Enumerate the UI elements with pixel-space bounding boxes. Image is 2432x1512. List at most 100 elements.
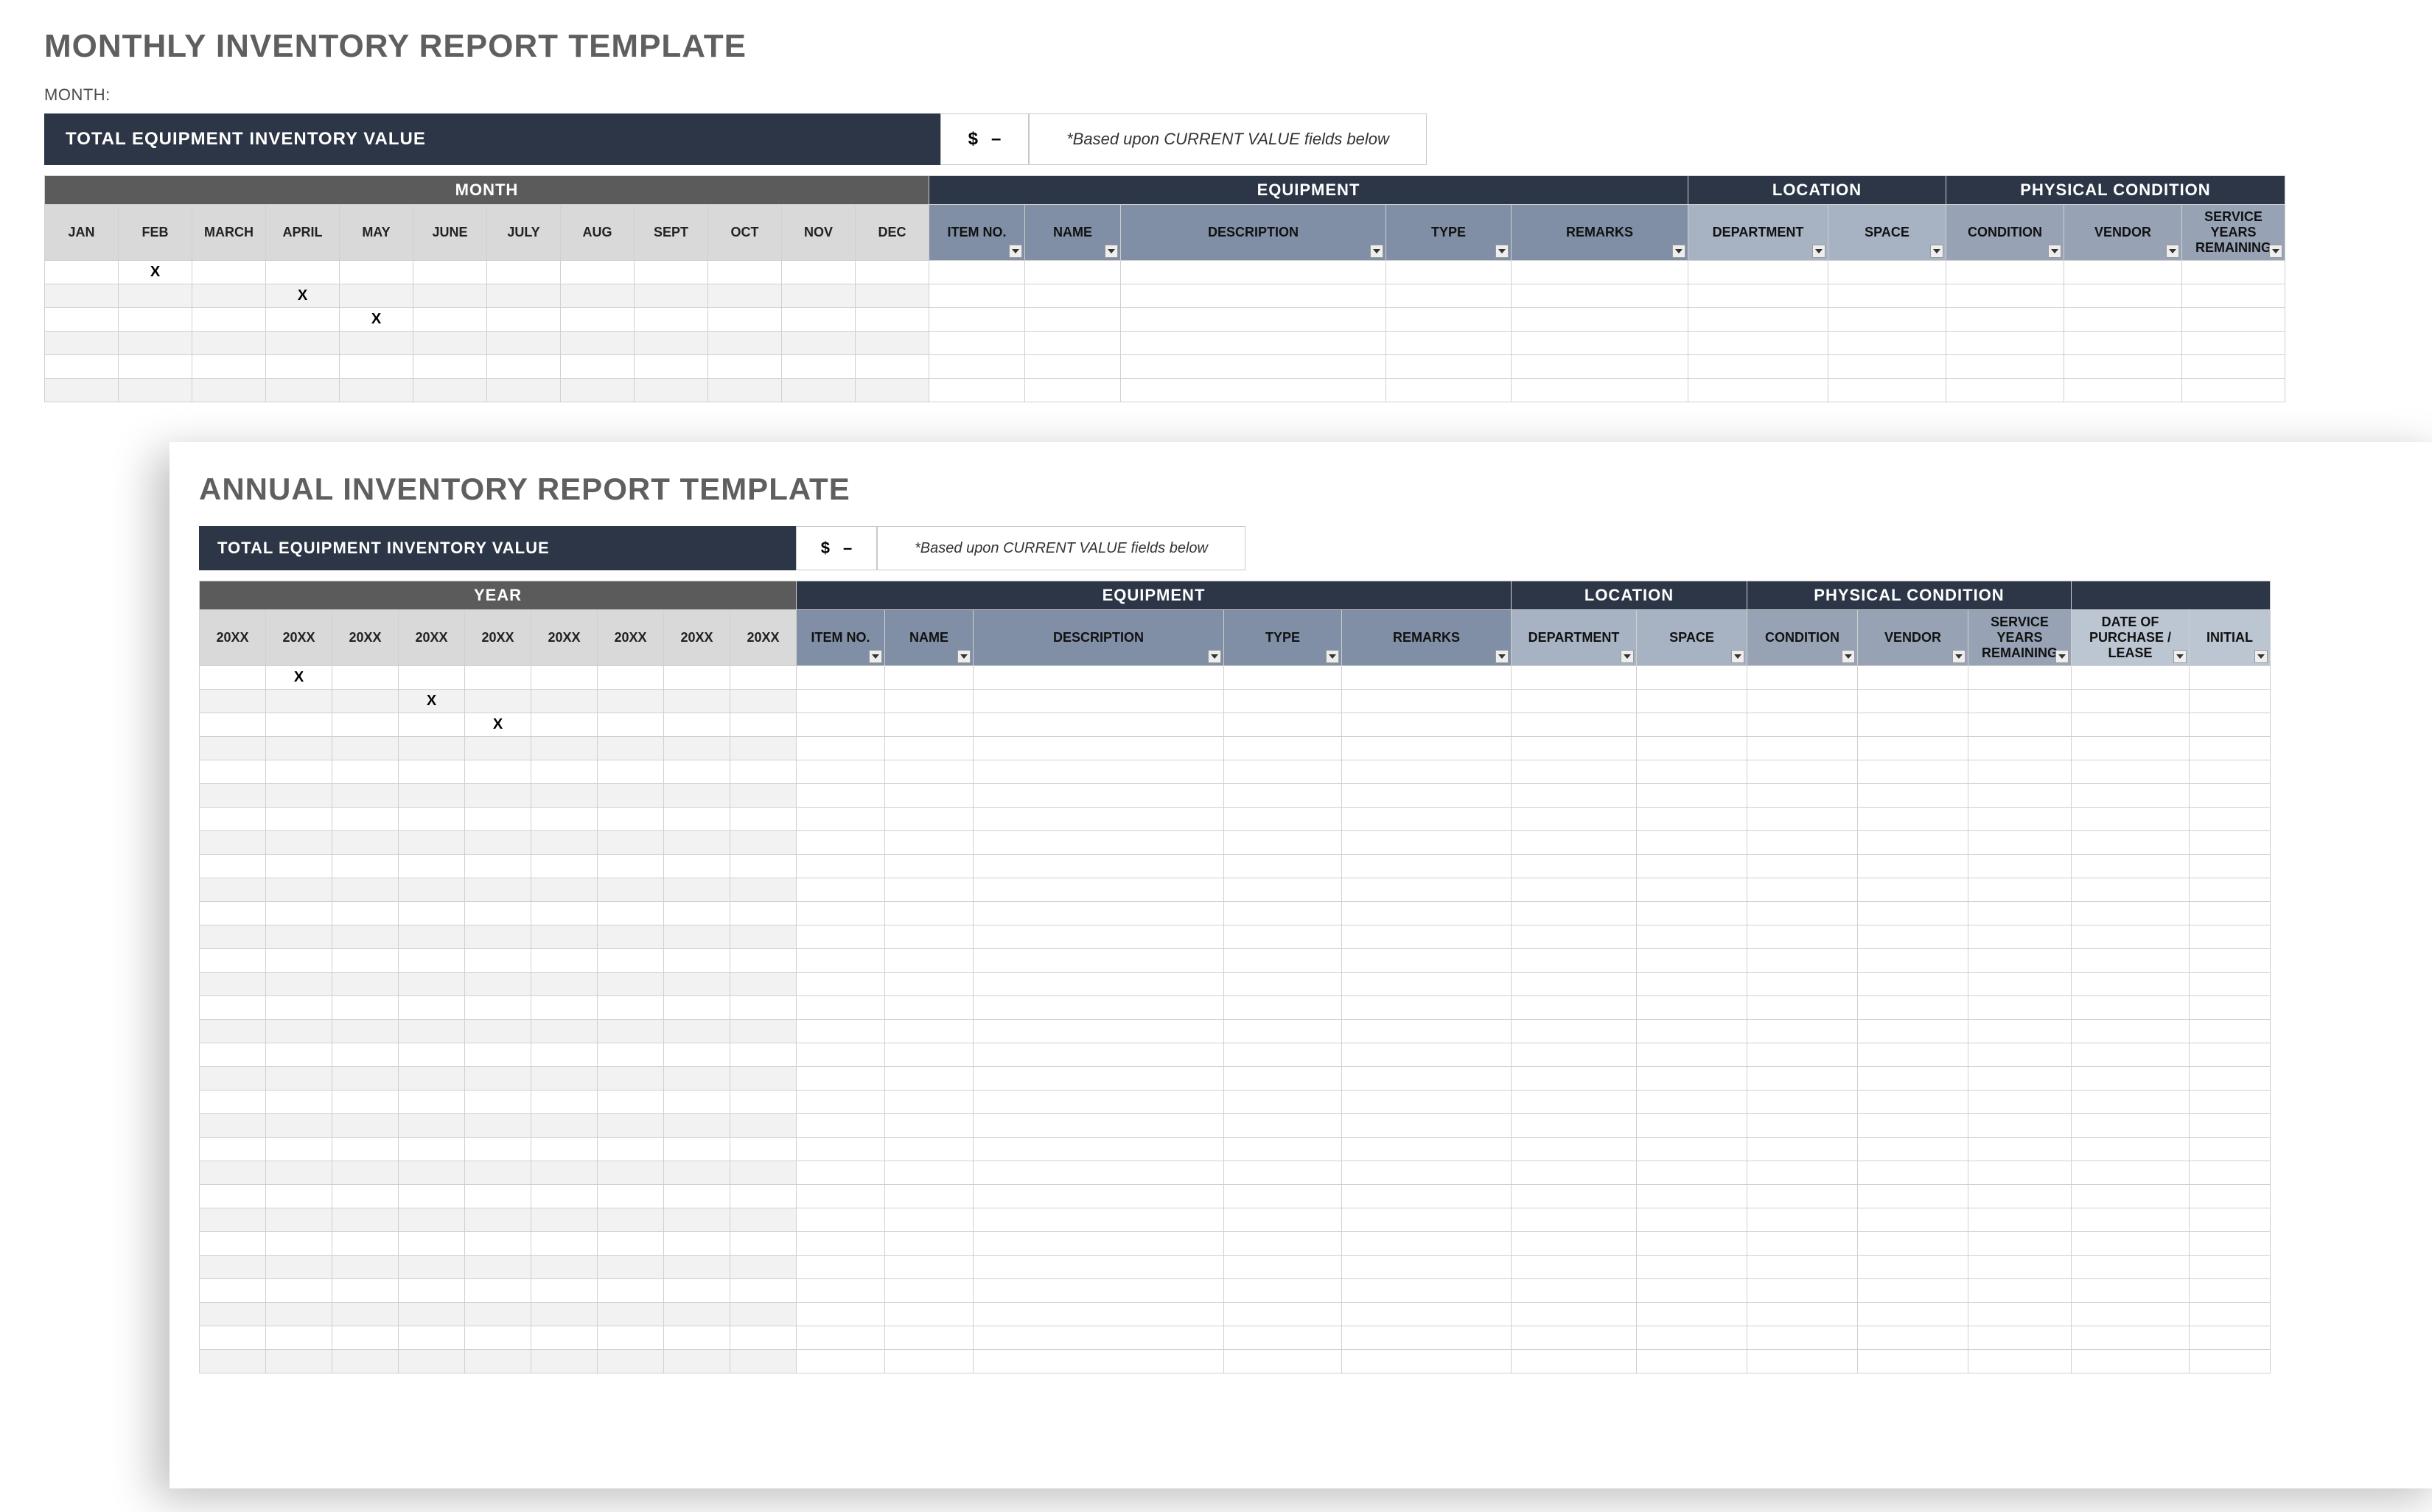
cell[interactable] xyxy=(885,996,974,1020)
cell[interactable] xyxy=(1512,760,1637,784)
cell[interactable] xyxy=(1512,713,1637,737)
cell[interactable] xyxy=(885,1020,974,1043)
cell[interactable] xyxy=(332,1114,399,1138)
cell[interactable] xyxy=(598,902,664,925)
cell[interactable] xyxy=(399,1138,465,1161)
cell[interactable] xyxy=(465,1303,531,1326)
cell[interactable]: X xyxy=(266,284,340,308)
cell[interactable] xyxy=(200,1303,266,1326)
cell[interactable] xyxy=(1121,355,1386,379)
cell[interactable] xyxy=(266,878,332,902)
cell[interactable] xyxy=(266,355,340,379)
cell[interactable] xyxy=(399,737,465,760)
cell[interactable] xyxy=(399,996,465,1020)
cell[interactable] xyxy=(1342,1208,1512,1232)
cell[interactable] xyxy=(1512,379,1688,402)
cell[interactable] xyxy=(2190,1091,2271,1114)
cell[interactable] xyxy=(797,925,885,949)
cell[interactable] xyxy=(2190,808,2271,831)
cell[interactable] xyxy=(200,973,266,996)
cell[interactable] xyxy=(2190,996,2271,1020)
cell[interactable] xyxy=(2182,284,2285,308)
cell[interactable] xyxy=(1512,925,1637,949)
cell[interactable] xyxy=(465,1208,531,1232)
cell[interactable] xyxy=(1512,1161,1637,1185)
cell[interactable] xyxy=(1747,878,1858,902)
cell[interactable] xyxy=(531,1208,598,1232)
cell[interactable] xyxy=(1747,666,1858,690)
cell[interactable] xyxy=(598,760,664,784)
cell[interactable] xyxy=(200,902,266,925)
cell[interactable] xyxy=(487,261,561,284)
cell[interactable] xyxy=(1688,308,1828,332)
cell[interactable] xyxy=(465,996,531,1020)
cell[interactable] xyxy=(1858,831,1968,855)
cell[interactable] xyxy=(399,1303,465,1326)
cell[interactable] xyxy=(399,1279,465,1303)
cell[interactable] xyxy=(2072,713,2190,737)
cell[interactable] xyxy=(487,332,561,355)
cell[interactable] xyxy=(2072,760,2190,784)
cell[interactable] xyxy=(1512,1020,1637,1043)
cell[interactable] xyxy=(1386,379,1512,402)
cell[interactable] xyxy=(885,808,974,831)
cell[interactable] xyxy=(797,1326,885,1350)
filter-dropdown-icon[interactable] xyxy=(1370,245,1383,258)
cell[interactable] xyxy=(332,1091,399,1114)
cell[interactable] xyxy=(266,949,332,973)
cell[interactable] xyxy=(664,666,730,690)
cell[interactable] xyxy=(2190,1020,2271,1043)
cell[interactable] xyxy=(1512,973,1637,996)
cell[interactable] xyxy=(340,355,413,379)
cell[interactable] xyxy=(1828,355,1946,379)
cell[interactable] xyxy=(1386,332,1512,355)
cell[interactable] xyxy=(1968,902,2072,925)
cell[interactable] xyxy=(1858,1303,1968,1326)
cell[interactable] xyxy=(1637,831,1747,855)
cell[interactable] xyxy=(730,996,797,1020)
cell[interactable] xyxy=(1512,284,1688,308)
cell[interactable] xyxy=(1512,1114,1637,1138)
cell[interactable] xyxy=(1946,355,2064,379)
cell[interactable] xyxy=(2190,1043,2271,1067)
cell[interactable] xyxy=(1968,1161,2072,1185)
cell[interactable] xyxy=(1512,1303,1637,1326)
cell[interactable] xyxy=(487,308,561,332)
cell[interactable] xyxy=(1747,1208,1858,1232)
cell[interactable] xyxy=(192,261,266,284)
cell[interactable] xyxy=(1858,1208,1968,1232)
cell[interactable] xyxy=(1342,713,1512,737)
cell[interactable] xyxy=(664,713,730,737)
cell[interactable] xyxy=(399,1232,465,1256)
cell[interactable] xyxy=(399,1091,465,1114)
cell[interactable] xyxy=(561,284,635,308)
cell[interactable] xyxy=(1946,332,2064,355)
cell[interactable] xyxy=(1121,308,1386,332)
cell[interactable] xyxy=(598,878,664,902)
cell[interactable] xyxy=(561,332,635,355)
cell[interactable] xyxy=(399,1114,465,1138)
cell[interactable] xyxy=(332,1208,399,1232)
cell[interactable] xyxy=(797,1043,885,1067)
cell[interactable] xyxy=(266,925,332,949)
cell[interactable] xyxy=(974,737,1224,760)
cell[interactable] xyxy=(635,284,708,308)
cell[interactable] xyxy=(974,713,1224,737)
cell[interactable] xyxy=(1747,1232,1858,1256)
cell[interactable] xyxy=(1968,949,2072,973)
cell[interactable] xyxy=(1637,973,1747,996)
cell[interactable] xyxy=(1688,284,1828,308)
cell[interactable] xyxy=(465,1350,531,1373)
filter-dropdown-icon[interactable] xyxy=(1326,650,1339,663)
cell[interactable] xyxy=(885,878,974,902)
cell[interactable] xyxy=(266,996,332,1020)
cell[interactable] xyxy=(974,1138,1224,1161)
cell[interactable] xyxy=(200,808,266,831)
cell[interactable] xyxy=(974,1185,1224,1208)
cell[interactable] xyxy=(1637,1256,1747,1279)
cell[interactable] xyxy=(200,949,266,973)
cell[interactable] xyxy=(332,666,399,690)
cell[interactable] xyxy=(1386,284,1512,308)
cell[interactable] xyxy=(2182,355,2285,379)
cell[interactable] xyxy=(885,1303,974,1326)
